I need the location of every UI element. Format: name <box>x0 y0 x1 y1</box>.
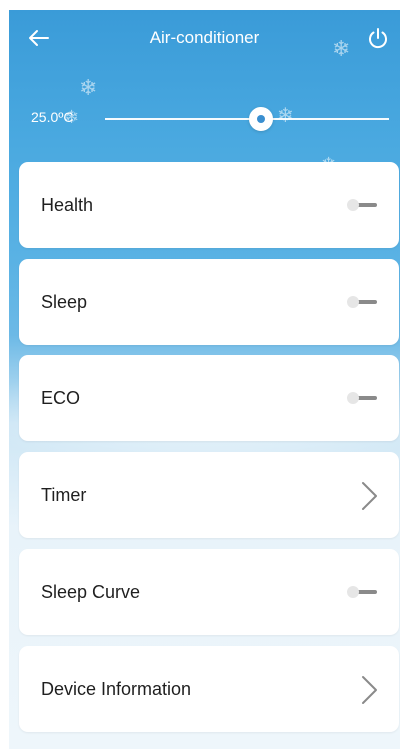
top-bar: Air-conditioner <box>9 10 400 66</box>
health-toggle[interactable] <box>343 199 377 211</box>
chevron-right-icon <box>359 481 379 511</box>
chevron-right-icon <box>359 675 379 705</box>
setting-card-sleep[interactable]: Sleep <box>19 259 399 345</box>
setting-label: ECO <box>41 388 81 408</box>
toggle-knob <box>347 586 359 598</box>
setting-label: Timer <box>41 485 87 505</box>
setting-label: Sleep Curve <box>41 582 141 602</box>
slider-track <box>105 118 389 120</box>
toggle-knob <box>347 296 359 308</box>
page-title: Air-conditioner <box>149 28 260 47</box>
setting-label: Health <box>41 195 94 215</box>
temperature-value: 25.0ºC <box>31 109 74 125</box>
setting-card-eco[interactable]: ECO <box>19 355 399 441</box>
setting-label: Device Information <box>41 679 192 699</box>
temperature-slider[interactable] <box>105 107 389 131</box>
setting-card-device-information[interactable]: Device Information <box>19 646 399 732</box>
eco-toggle[interactable] <box>343 392 377 404</box>
setting-card-sleep-curve[interactable]: Sleep Curve <box>19 549 399 635</box>
setting-card-health[interactable]: Health <box>19 162 399 248</box>
app-screen: ❄ ❄ ❄ ❄ ❄ Air-conditioner 25.0ºC Health … <box>9 10 400 749</box>
power-icon[interactable] <box>366 26 390 50</box>
setting-label: Sleep <box>41 292 88 312</box>
sleep-toggle[interactable] <box>343 296 377 308</box>
snowflake-icon: ❄ <box>79 75 98 100</box>
toggle-knob <box>347 392 359 404</box>
slider-thumb[interactable] <box>249 107 274 131</box>
toggle-knob <box>347 199 359 211</box>
setting-card-timer[interactable]: Timer <box>19 452 399 538</box>
sleep-curve-toggle[interactable] <box>343 586 377 598</box>
